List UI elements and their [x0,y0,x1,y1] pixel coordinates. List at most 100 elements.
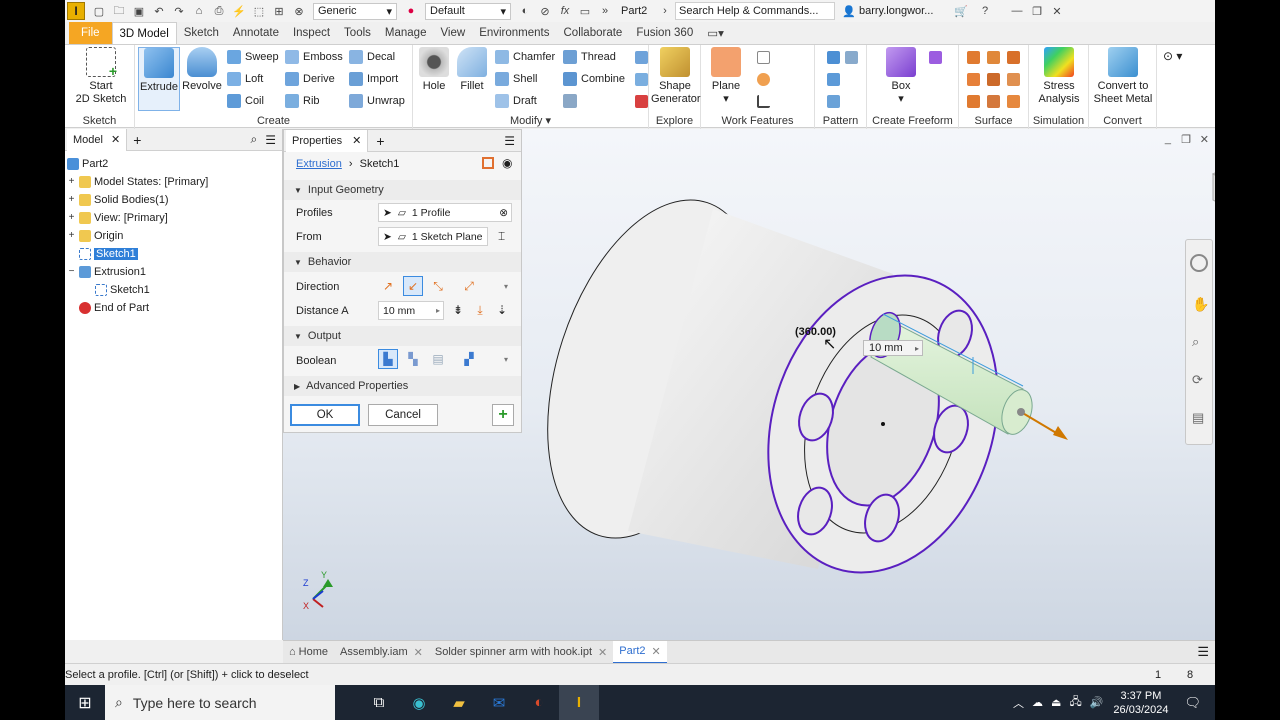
surface-icon-1[interactable] [967,51,980,64]
tab-3d-model[interactable]: 3D Model [111,22,177,44]
rib-button[interactable]: Rib [285,94,320,108]
file-explorer-icon[interactable]: ▰ [439,685,479,720]
appearance-dropdown[interactable]: Default ▾ [425,2,511,20]
view-cube[interactable] [1211,162,1215,212]
surface-icon-7[interactable] [967,95,980,108]
appearance-adjust-icon[interactable]: ◐ [517,4,533,18]
emboss-button[interactable]: Emboss [285,50,343,64]
direction-symmetric-icon[interactable]: ⤡ [428,276,448,296]
axis-icon[interactable] [757,51,770,64]
edge-icon[interactable]: ◉ [399,685,439,720]
clear-profiles-icon[interactable]: ⊗ [499,207,508,219]
add-properties-tab-icon[interactable]: + [376,133,384,149]
surface-icon-8[interactable] [987,95,1000,108]
tab-environments[interactable]: Environments [472,22,556,44]
properties-tab[interactable]: Properties ✕ [286,129,369,152]
tab-view[interactable]: View [433,22,472,44]
modify-extra-icon-1[interactable] [635,51,648,64]
tab-fusion-360[interactable]: Fusion 360 [629,22,700,44]
properties-menu-icon[interactable]: ☰ [504,134,515,148]
usb-icon[interactable]: ⏏ [1051,696,1061,709]
update-icon[interactable]: ⚡ [231,4,247,18]
add-tab-icon[interactable]: + [133,132,141,148]
inventor-taskbar-icon[interactable]: I [559,685,599,720]
pan-icon[interactable]: ✋ [1192,296,1209,313]
inventor-logo-icon[interactable]: I [67,2,85,20]
direction-dropdown-icon[interactable]: ▾ [496,276,516,296]
preview-eye-icon[interactable]: ◉ [502,156,512,170]
direction-flipped-icon[interactable]: ↙ [403,276,423,296]
ucs-icon[interactable] [757,95,770,108]
tab-collaborate[interactable]: Collaborate [557,22,630,44]
sketch-pattern-icon[interactable] [827,95,840,108]
expand-icon[interactable]: + [67,195,76,205]
select-icon[interactable]: ⬚ [251,4,267,18]
network-icon[interactable]: 🖧 [1069,693,1081,712]
point-icon[interactable] [757,73,770,86]
expand-icon[interactable]: + [67,231,76,241]
surface-icon-4[interactable] [967,73,980,86]
windows-start-icon[interactable]: ⊞ [65,685,105,720]
clock[interactable]: 3:37 PM 26/03/2024 [1113,689,1168,717]
shell-button[interactable]: Shell [495,72,537,86]
surface-icon-2[interactable] [987,51,1000,64]
style-dropdown[interactable]: Generic ▾ [313,2,397,20]
stress-analysis-button[interactable]: Stress Analysis [1033,47,1085,106]
tree-item-extrusion1[interactable]: Extrusion1 [79,263,146,281]
tree-item-solid-bodies[interactable]: Solid Bodies(1) [79,191,169,209]
tree-item-view[interactable]: View: [Primary] [79,209,168,227]
breadcrumb-feature[interactable]: Extrusion [296,158,342,170]
color-icon[interactable]: ● [403,4,419,18]
doc-tab-assembly[interactable]: Assembly.iam ✕ [334,641,429,664]
split-button[interactable] [563,94,581,108]
help-icon[interactable]: ? [977,4,993,18]
measure-icon[interactable]: ⊞ [271,4,287,18]
fx-icon[interactable]: fx [557,4,573,18]
extents-icon[interactable]: ⇟ [448,300,468,320]
surface-icon-6[interactable] [1007,73,1020,86]
viewport-close-icon[interactable]: ✕ [1200,133,1209,146]
save-icon[interactable]: ▣ [131,4,147,18]
tree-item-sketch1[interactable]: Sketch1 [79,245,138,263]
expand-icon[interactable]: + [67,213,76,223]
ribbon-options-icon[interactable]: ▭▾ [700,22,731,44]
surface-icon-3[interactable] [1007,51,1020,64]
taskbar-search[interactable]: ⌕ Type here to search [105,685,335,720]
derive-button[interactable]: Derive [285,72,335,86]
clear-appearance-icon[interactable]: ⊘ [537,4,553,18]
expand-icon[interactable]: + [67,177,76,187]
convert-sheet-metal-button[interactable]: Convert to Sheet Metal [1091,47,1155,106]
cancel-button[interactable]: Cancel [368,404,438,426]
tree-item-sketch1-child[interactable]: Sketch1 [95,281,150,299]
tab-file[interactable]: File [69,22,112,44]
close-properties-icon[interactable]: ✕ [352,134,361,147]
volume-icon[interactable]: 🔊 [1090,696,1104,709]
sweep-button[interactable]: Sweep [227,50,279,64]
shape-generator-button[interactable]: Shape Generator [651,47,701,106]
extrude-button[interactable]: Extrude [138,47,180,111]
tree-item-model-states[interactable]: Model States: [Primary] [79,173,208,191]
doc-tab-solder-spinner[interactable]: Solder spinner arm with hook.ipt ✕ [429,641,613,664]
tab-tools[interactable]: Tools [337,22,378,44]
tab-annotate[interactable]: Annotate [226,22,286,44]
more-icon[interactable]: » [597,4,613,18]
doc-tab-home[interactable]: ⌂ Home [283,641,334,664]
surface-icon-5[interactable] [987,73,1000,86]
thread-button[interactable]: Thread [563,50,616,64]
unwrap-button[interactable]: Unwrap [349,94,405,108]
tree-item-part2[interactable]: Part2 [67,155,108,173]
menu-icon[interactable]: ☰ [265,133,276,147]
tab-inspect[interactable]: Inspect [286,22,337,44]
onedrive-icon[interactable]: ☁ [1032,696,1043,709]
delete-face-icon[interactable] [635,95,648,108]
look-at-icon[interactable]: ▤ [1192,410,1204,426]
section-behavior[interactable]: ▼ Behavior [284,252,521,272]
tree-item-end-of-part[interactable]: End of Part [79,299,149,317]
minimize-icon[interactable]: — [1009,4,1025,18]
preset-icon[interactable] [482,157,494,169]
distance-a-input[interactable]: 10 mm ▸ [378,301,444,320]
chamfer-button[interactable]: Chamfer [495,50,555,64]
viewport-restore-icon[interactable]: ❐ [1181,133,1191,146]
to-next-icon[interactable]: ⤓ [470,300,490,320]
surface-icon-9[interactable] [1007,95,1020,108]
